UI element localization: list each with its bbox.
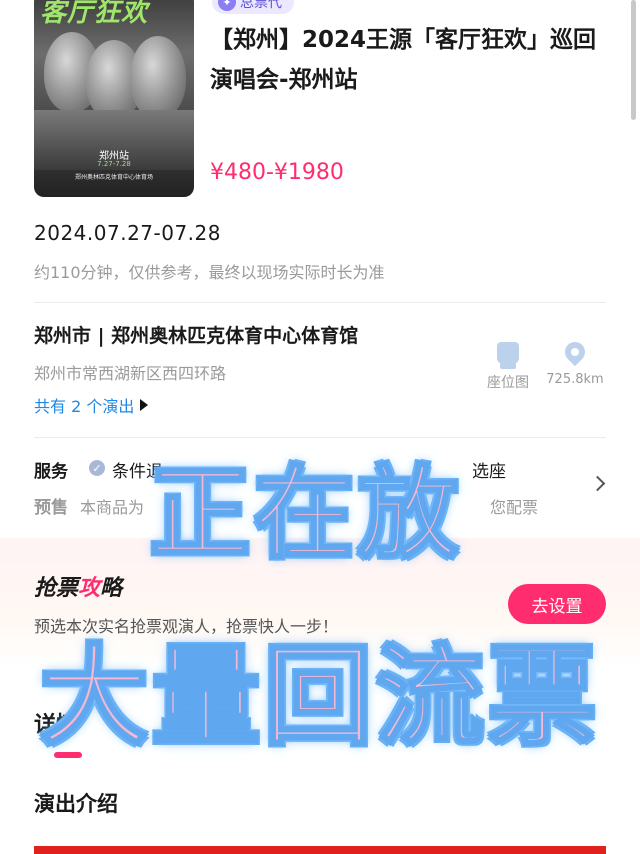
poster-title: 客厅狂欢 <box>40 0 149 28</box>
event-title: 【郑州】2024王源「客厅狂欢」巡回演唱会-郑州站 <box>210 27 597 93</box>
overlay-caption: 大量回流票 <box>38 634 601 762</box>
poster-venue: 郑州奥林匹克体育中心体育场 <box>74 174 153 181</box>
navigation-button[interactable]: 725.8km <box>540 337 610 387</box>
seller-badge[interactable]: ✦ 总票代 <box>212 0 294 14</box>
price-range: ¥480-¥1980 <box>210 160 344 185</box>
chevron-right-icon[interactable] <box>589 475 606 492</box>
seller-badge-label: 总票代 <box>240 0 282 11</box>
play-arrow-icon <box>140 399 149 411</box>
content-banner <box>34 846 606 854</box>
poster-date: 7.27-7.28 <box>97 160 131 168</box>
event-date: 2024.07.27-07.28 <box>34 221 221 245</box>
service-item: 选座 <box>472 462 506 482</box>
strategy-title-highlight: 攻 <box>78 576 101 601</box>
venue-address: 郑州市常西湖新区西四环路 <box>34 364 227 383</box>
seat-icon <box>497 342 519 369</box>
poster-portrait <box>130 36 186 118</box>
shows-link[interactable]: 共有 2 个演出 <box>34 393 149 417</box>
seat-map-label: 座位图 <box>487 375 529 391</box>
check-icon: ✓ <box>89 460 105 476</box>
scrollbar[interactable] <box>631 0 636 120</box>
strategy-title-suffix: 略 <box>100 576 123 601</box>
section-heading: 演出介绍 <box>34 792 118 816</box>
location-pin-icon <box>560 337 590 367</box>
strategy-title: 抢票攻略 <box>34 570 122 602</box>
presale-label: 预售 <box>34 498 68 518</box>
divider <box>34 302 606 303</box>
service-label: 服务 <box>34 462 68 482</box>
presale-text: 您配票 <box>490 498 539 517</box>
venue-name[interactable]: 郑州市 | 郑州奥林匹克体育中心体育馆 <box>34 321 358 348</box>
seat-map-button[interactable]: 座位图 <box>482 342 534 392</box>
strategy-title-prefix: 抢票 <box>34 576 79 601</box>
presale-text: 本商品为 <box>80 498 145 517</box>
event-poster[interactable]: 客厅狂欢 郑州站 7.27-7.28 郑州奥林匹克体育中心体育场 <box>34 0 194 197</box>
distance-label: 725.8km <box>546 372 604 387</box>
seller-icon: ✦ <box>218 0 236 11</box>
duration-note: 约110分钟，仅供参考，最终以现场实际时长为准 <box>34 263 385 282</box>
shows-link-label: 共有 2 个演出 <box>34 397 135 416</box>
overlay-caption: 正在放 <box>149 454 462 574</box>
